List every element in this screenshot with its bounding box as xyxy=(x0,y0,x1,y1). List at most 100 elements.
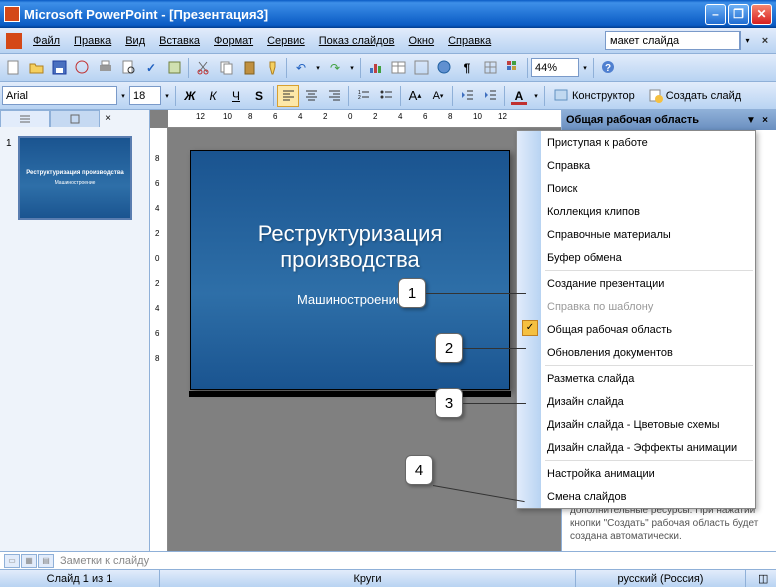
redo-button[interactable]: ↷ xyxy=(324,57,346,79)
slideshow-view-button[interactable]: ▤ xyxy=(38,554,54,568)
align-left-button[interactable] xyxy=(277,85,299,107)
menu-file[interactable]: Файл xyxy=(26,31,67,51)
slide-canvas-area[interactable]: Реструктуризацияпроизводства Машинострое… xyxy=(168,128,561,551)
separator xyxy=(544,86,545,106)
slide-editor: 12 10 8 6 4 2 0 2 4 6 8 10 12 8 6 4 2 0 … xyxy=(150,110,561,551)
hyperlink-button[interactable] xyxy=(433,57,455,79)
zoom-box[interactable]: 44% xyxy=(531,58,579,77)
font-dropdown[interactable]: ▾ xyxy=(118,92,128,100)
undo-button[interactable]: ↶ xyxy=(290,57,312,79)
shadow-button[interactable]: S xyxy=(248,85,270,107)
align-center-button[interactable] xyxy=(300,85,322,107)
spell-button[interactable]: ✓ xyxy=(140,57,162,79)
preview-button[interactable] xyxy=(117,57,139,79)
notes-placeholder[interactable]: Заметки к слайду xyxy=(60,555,772,567)
color-button[interactable] xyxy=(502,57,524,79)
menu-item-8[interactable]: Общая рабочая область xyxy=(517,318,755,341)
designer-button[interactable]: Конструктор xyxy=(548,85,641,107)
copy-button[interactable] xyxy=(215,57,237,79)
open-button[interactable] xyxy=(25,57,47,79)
bullets-button[interactable] xyxy=(375,85,397,107)
align-right-button[interactable] xyxy=(323,85,345,107)
menu-insert[interactable]: Вставка xyxy=(152,31,207,51)
print-button[interactable] xyxy=(94,57,116,79)
layout-dropdown-icon[interactable]: ▾ xyxy=(740,31,754,50)
menu-item-15[interactable]: Смена слайдов xyxy=(517,485,755,508)
size-dropdown[interactable]: ▾ xyxy=(162,92,172,100)
menu-item-0[interactable]: Приступая к работе xyxy=(517,131,755,154)
normal-view-button[interactable]: ▭ xyxy=(4,554,20,568)
menu-item-14[interactable]: Настройка анимации xyxy=(517,462,755,485)
menu-item-4[interactable]: Справочные материалы xyxy=(517,223,755,246)
show-formatting-button[interactable]: ¶ xyxy=(456,57,478,79)
callout-2: 2 xyxy=(435,333,463,363)
undo-dropdown[interactable]: ▾ xyxy=(313,64,323,72)
cut-button[interactable] xyxy=(192,57,214,79)
slides-tab[interactable] xyxy=(50,110,100,127)
menu-edit[interactable]: Правка xyxy=(67,31,118,51)
menu-view[interactable]: Вид xyxy=(118,31,152,51)
status-language: русский (Россия) xyxy=(576,570,746,587)
bold-button[interactable]: Ж xyxy=(179,85,201,107)
status-icon[interactable]: ◫ xyxy=(746,570,776,587)
increase-indent-button[interactable] xyxy=(479,85,501,107)
status-theme: Круги xyxy=(160,570,576,587)
tables-borders-button[interactable] xyxy=(410,57,432,79)
underline-button[interactable]: Ч xyxy=(225,85,247,107)
menu-item-10[interactable]: Разметка слайда xyxy=(517,367,755,390)
align-right-icon xyxy=(327,88,342,103)
menu-slideshow[interactable]: Показ слайдов xyxy=(312,31,402,51)
menu-item-11[interactable]: Дизайн слайда xyxy=(517,390,755,413)
new-button[interactable] xyxy=(2,57,24,79)
menu-item-2[interactable]: Поиск xyxy=(517,177,755,200)
table-button[interactable] xyxy=(387,57,409,79)
italic-button[interactable]: К xyxy=(202,85,224,107)
menu-item-3[interactable]: Коллекция клипов xyxy=(517,200,755,223)
menu-item-9[interactable]: Обновления документов xyxy=(517,341,755,364)
font-color-button[interactable]: A xyxy=(508,85,530,107)
outline-tab[interactable] xyxy=(0,110,50,127)
brush-icon xyxy=(265,60,280,75)
new-slide-button[interactable]: Создать слайд xyxy=(642,85,747,107)
taskpane-dropdown-icon[interactable]: ▼ xyxy=(744,115,758,126)
menu-item-6[interactable]: Создание презентации xyxy=(517,272,755,295)
taskpane-close-button[interactable]: × xyxy=(758,115,772,126)
save-button[interactable] xyxy=(48,57,70,79)
research-button[interactable] xyxy=(163,57,185,79)
permission-button[interactable] xyxy=(71,57,93,79)
font-box[interactable]: Arial xyxy=(2,86,117,105)
menu-item-5[interactable]: Буфер обмена xyxy=(517,246,755,269)
redo-dropdown[interactable]: ▾ xyxy=(347,64,357,72)
font-color-dropdown[interactable]: ▾ xyxy=(531,92,541,100)
help-button[interactable]: ? xyxy=(597,57,619,79)
panel-close-button[interactable]: × xyxy=(100,110,116,126)
menu-item-12[interactable]: Дизайн слайда - Цветовые схемы xyxy=(517,413,755,436)
minimize-button[interactable]: – xyxy=(705,4,726,25)
mdi-close-button[interactable]: × xyxy=(756,32,774,50)
sorter-view-button[interactable]: ▦ xyxy=(21,554,37,568)
menu-item-13[interactable]: Дизайн слайда - Эффекты анимации xyxy=(517,436,755,459)
decrease-font-button[interactable]: A▾ xyxy=(427,85,449,107)
menu-help[interactable]: Справка xyxy=(441,31,498,51)
increase-font-button[interactable]: A▴ xyxy=(404,85,426,107)
menu-format[interactable]: Формат xyxy=(207,31,260,51)
close-button[interactable]: ✕ xyxy=(751,4,772,25)
decrease-indent-button[interactable] xyxy=(456,85,478,107)
menu-item-1[interactable]: Справка xyxy=(517,154,755,177)
menu-separator xyxy=(545,270,753,271)
maximize-button[interactable]: ❐ xyxy=(728,4,749,25)
font-size-box[interactable]: 18 xyxy=(129,86,161,105)
layout-search-box[interactable]: макет слайда xyxy=(605,31,740,50)
callout-box: 4 xyxy=(405,455,433,485)
menu-window[interactable]: Окно xyxy=(402,31,442,51)
color-icon xyxy=(506,60,521,75)
help-icon: ? xyxy=(601,60,616,75)
chart-button[interactable] xyxy=(364,57,386,79)
format-painter-button[interactable] xyxy=(261,57,283,79)
grid-button[interactable] xyxy=(479,57,501,79)
paste-button[interactable] xyxy=(238,57,260,79)
menu-tools[interactable]: Сервис xyxy=(260,31,312,51)
numbering-button[interactable]: 12 xyxy=(352,85,374,107)
slide-thumbnail[interactable]: Реструктуризация производства Машиностро… xyxy=(18,136,132,220)
zoom-dropdown[interactable]: ▾ xyxy=(580,64,590,72)
